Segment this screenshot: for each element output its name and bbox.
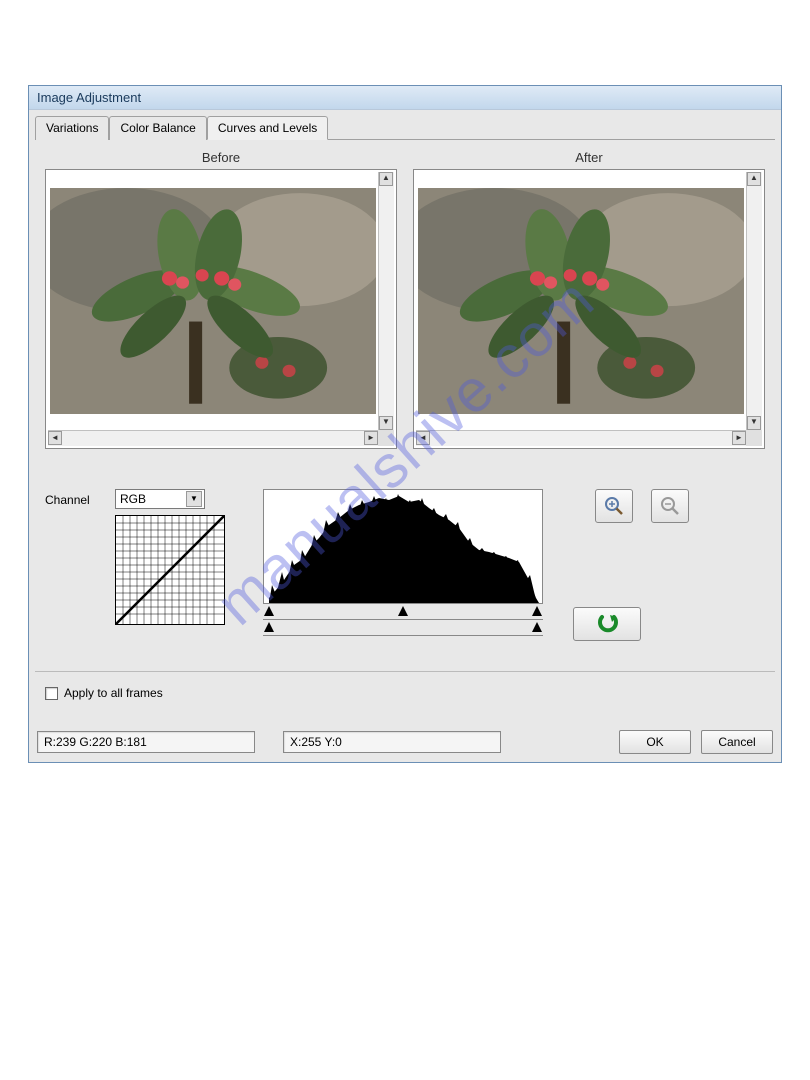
channel-value: RGB xyxy=(120,492,146,506)
magnifier-minus-icon xyxy=(660,496,680,516)
zoom-in-button[interactable] xyxy=(595,489,633,523)
dialog-title: Image Adjustment xyxy=(37,90,141,105)
zoom-out-button[interactable] xyxy=(651,489,689,523)
reset-button[interactable] xyxy=(573,607,641,641)
channel-label: Channel xyxy=(45,489,115,507)
ok-button[interactable]: OK xyxy=(619,730,691,754)
scroll-down-icon[interactable]: ▼ xyxy=(747,416,761,430)
controls-row: Channel RGB ▼ xyxy=(45,489,765,641)
channel-dropdown[interactable]: RGB ▼ xyxy=(115,489,205,509)
apply-all-row: Apply to all frames xyxy=(45,680,765,716)
apply-all-label: Apply to all frames xyxy=(64,686,163,700)
after-image[interactable] xyxy=(418,188,744,414)
before-horizontal-scrollbar[interactable]: ◄ ► xyxy=(48,430,378,446)
tab-variations[interactable]: Variations xyxy=(35,116,109,140)
after-label: After xyxy=(413,146,765,169)
tab-content: Before xyxy=(35,140,775,726)
scroll-right-icon[interactable]: ► xyxy=(732,431,746,445)
output-levels-slider[interactable] xyxy=(263,622,543,636)
scroll-down-icon[interactable]: ▼ xyxy=(379,416,393,430)
scroll-up-icon[interactable]: ▲ xyxy=(379,172,393,186)
preview-row: Before xyxy=(45,146,765,449)
output-black-point-handle[interactable] xyxy=(264,622,274,632)
scroll-right-icon[interactable]: ► xyxy=(364,431,378,445)
tab-color-balance[interactable]: Color Balance xyxy=(109,116,206,140)
image-adjustment-dialog: Image Adjustment Variations Color Balanc… xyxy=(28,85,782,763)
tab-area: Variations Color Balance Curves and Leve… xyxy=(29,110,781,726)
histogram-column xyxy=(263,489,543,636)
curves-grid[interactable] xyxy=(115,515,225,625)
after-horizontal-scrollbar[interactable]: ◄ ► xyxy=(416,430,746,446)
reset-arrow-icon xyxy=(594,613,620,635)
after-vertical-scrollbar[interactable]: ▲ ▼ xyxy=(746,172,762,430)
cancel-button[interactable]: Cancel xyxy=(701,730,773,754)
tab-curves-and-levels[interactable]: Curves and Levels xyxy=(207,116,328,140)
scroll-left-icon[interactable]: ◄ xyxy=(48,431,62,445)
chevron-down-icon: ▼ xyxy=(186,491,202,507)
magnifier-plus-icon xyxy=(604,496,624,516)
input-black-point-handle[interactable] xyxy=(264,606,274,616)
input-levels-slider[interactable] xyxy=(263,606,543,620)
tool-column xyxy=(569,489,689,641)
input-gamma-handle[interactable] xyxy=(398,606,408,616)
after-column: After xyxy=(413,146,765,449)
dialog-titlebar: Image Adjustment xyxy=(29,86,781,110)
scroll-up-icon[interactable]: ▲ xyxy=(747,172,761,186)
after-preview-frame: ▲ ▼ ◄ ► xyxy=(413,169,765,449)
before-image[interactable] xyxy=(50,188,376,414)
divider xyxy=(35,671,775,672)
before-label: Before xyxy=(45,146,397,169)
channel-column: RGB ▼ xyxy=(115,489,225,625)
before-preview-frame: ▲ ▼ ◄ ► xyxy=(45,169,397,449)
before-vertical-scrollbar[interactable]: ▲ ▼ xyxy=(378,172,394,430)
status-bar: R:239 G:220 B:181 X:255 Y:0 OK Cancel xyxy=(29,726,781,762)
histogram[interactable] xyxy=(263,489,543,604)
xy-readout: X:255 Y:0 xyxy=(283,731,501,753)
scroll-left-icon[interactable]: ◄ xyxy=(416,431,430,445)
input-white-point-handle[interactable] xyxy=(532,606,542,616)
before-column: Before xyxy=(45,146,397,449)
tab-strip: Variations Color Balance Curves and Leve… xyxy=(35,116,775,140)
apply-all-checkbox[interactable] xyxy=(45,687,58,700)
rgb-readout: R:239 G:220 B:181 xyxy=(37,731,255,753)
output-white-point-handle[interactable] xyxy=(532,622,542,632)
